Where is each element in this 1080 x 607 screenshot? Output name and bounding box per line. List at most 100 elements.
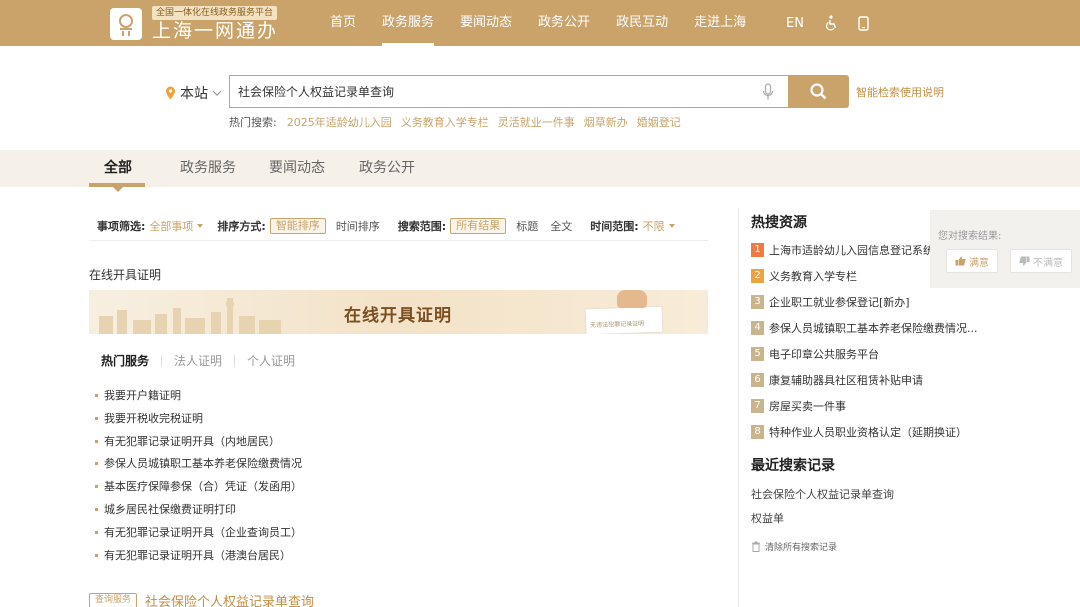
site-logo[interactable] <box>110 8 142 40</box>
service-item[interactable]: 我要开户籍证明 <box>95 388 302 411</box>
bullet <box>95 416 98 420</box>
hot-resource-item[interactable]: 7 房屋买卖一件事 <box>751 393 978 419</box>
clear-history-label: 清除所有搜索记录 <box>765 543 838 553</box>
scope-title-option[interactable]: 标题 <box>516 218 538 234</box>
hot-resource-item[interactable]: 4 参保人员城镇职工基本养老保险缴费情况... <box>751 315 978 341</box>
tab-separator <box>161 354 163 367</box>
tab-news[interactable]: 要闻动态 <box>269 150 325 187</box>
nav-news[interactable]: 要闻动态 <box>460 0 512 46</box>
mobile-icon[interactable] <box>858 15 869 31</box>
header-tools: EN <box>786 0 889 46</box>
sort-smart-option[interactable]: 智能排序 <box>269 218 326 234</box>
bullet <box>95 553 98 557</box>
certificate-banner[interactable]: 在线开具证明 无违法犯罪记录证明 <box>89 290 708 334</box>
rank-badge: 1 <box>751 243 764 257</box>
sub-tab-hot[interactable]: 热门服务 <box>101 352 149 369</box>
item-filter-dropdown[interactable]: 全部事项 <box>149 218 193 234</box>
hot-resource-label: 上海市适龄幼儿入园信息登记系统 <box>769 244 934 257</box>
service-item[interactable]: 基本医疗保障参保（合）凭证（发函用） <box>95 479 302 502</box>
service-item-label: 我要开税收完税证明 <box>104 411 203 425</box>
nav-home[interactable]: 首页 <box>330 0 356 46</box>
caret-down-icon <box>668 224 675 228</box>
satisfied-button[interactable]: 满意 <box>946 249 998 273</box>
category-tab-bar: 全部 政务服务 要闻动态 政务公开 <box>0 150 1080 187</box>
trash-icon <box>752 541 760 552</box>
hot-search-label: 热门搜索: <box>229 116 277 129</box>
hot-search-term[interactable]: 烟草新办 <box>584 114 628 130</box>
service-list: 我要开户籍证明 我要开税收完税证明 有无犯罪记录证明开具（内地居民） 参保人员城… <box>95 388 302 570</box>
service-item[interactable]: 有无犯罪记录证明开具（港澳台居民） <box>95 548 302 571</box>
tab-services[interactable]: 政务服务 <box>180 150 236 187</box>
bullet <box>95 507 98 511</box>
language-switch[interactable]: EN <box>786 16 804 31</box>
hot-resource-label: 参保人员城镇职工基本养老保险缴费情况... <box>769 322 978 335</box>
nav-about-shanghai[interactable]: 走进上海 <box>694 0 746 46</box>
search-result-item: 查询服务 社会保险个人权益记录单查询 <box>89 591 314 607</box>
accessibility-icon[interactable] <box>824 15 838 31</box>
microphone-icon[interactable] <box>762 83 774 101</box>
hot-resource-item[interactable]: 8 特种作业人员职业资格认定（延期换证） <box>751 419 978 445</box>
service-item[interactable]: 城乡居民社保缴费证明打印 <box>95 502 302 525</box>
hot-resource-label: 特种作业人员职业资格认定（延期换证） <box>769 426 967 439</box>
rank-badge: 5 <box>751 347 764 361</box>
service-item[interactable]: 有无犯罪记录证明开具（企业查询员工） <box>95 525 302 548</box>
scope-label: 搜索范围: <box>397 220 447 233</box>
rank-badge: 7 <box>751 399 764 413</box>
service-item-label: 有无犯罪记录证明开具（内地居民） <box>104 434 280 448</box>
logo-tagline: 全国一体化在线政务服务平台 <box>152 6 278 20</box>
satisfied-label: 满意 <box>969 257 989 269</box>
service-sub-tabs: 热门服务 法人证明 个人证明 <box>101 352 295 369</box>
hot-resource-label: 房屋买卖一件事 <box>769 400 846 413</box>
hot-search-term[interactable]: 义务教育入学专栏 <box>401 114 489 130</box>
location-pin-icon <box>166 86 175 100</box>
tab-all[interactable]: 全部 <box>104 150 132 187</box>
thumbs-up-icon <box>955 256 966 266</box>
nav-services[interactable]: 政务服务 <box>382 0 435 46</box>
time-range-dropdown[interactable]: 不限 <box>643 218 665 234</box>
city-skyline-image <box>99 298 281 334</box>
hot-resource-label: 义务教育入学专栏 <box>769 270 857 283</box>
bullet <box>95 439 98 443</box>
search-input[interactable] <box>230 76 740 107</box>
tab-public-affairs[interactable]: 政务公开 <box>359 150 415 187</box>
service-item[interactable]: 我要开税收完税证明 <box>95 411 302 434</box>
hot-resource-item[interactable]: 6 康复辅助器具社区租赁补贴申请 <box>751 367 978 393</box>
time-range-label: 时间范围: <box>590 220 639 233</box>
hot-search-term[interactable]: 婚姻登记 <box>637 114 681 130</box>
sub-tab-legal-person[interactable]: 法人证明 <box>174 352 222 369</box>
hot-resource-label: 电子印章公共服务平台 <box>769 348 879 361</box>
service-item[interactable]: 有无犯罪记录证明开具（内地居民） <box>95 434 302 457</box>
clear-history-button[interactable]: 清除所有搜索记录 <box>751 540 837 553</box>
item-filter-label: 事项筛选: <box>97 220 146 233</box>
hot-search-term[interactable]: 2025年适龄幼儿入园 <box>287 114 392 130</box>
nav-public-affairs[interactable]: 政务公开 <box>538 0 590 46</box>
location-selector[interactable]: 本站 <box>165 83 222 103</box>
service-item-label: 有无犯罪记录证明开具（企业查询员工） <box>104 525 302 539</box>
scope-fulltext-option[interactable]: 全文 <box>550 218 572 234</box>
service-item-label: 城乡居民社保缴费证明打印 <box>104 502 236 516</box>
tab-separator <box>234 354 236 367</box>
search-icon <box>810 83 827 100</box>
hot-resource-item[interactable]: 3 企业职工就业参保登记[新办] <box>751 289 978 315</box>
hot-resource-label: 康复辅助器具社区租赁补贴申请 <box>769 374 923 387</box>
result-type-badge: 查询服务 <box>89 593 138 607</box>
unsatisfied-button[interactable]: 不满意 <box>1010 249 1072 273</box>
main-nav: 首页 政务服务 要闻动态 政务公开 政民互动 走进上海 <box>330 0 772 46</box>
nav-interaction[interactable]: 政民互动 <box>616 0 668 46</box>
result-title-link[interactable]: 社会保险个人权益记录单查询 <box>145 591 314 607</box>
hot-resource-item[interactable]: 5 电子印章公共服务平台 <box>751 341 978 367</box>
service-item[interactable]: 参保人员城镇职工基本养老保险缴费情况 <box>95 456 302 479</box>
active-tab-caret <box>113 187 123 192</box>
hot-search-term[interactable]: 灵活就业一件事 <box>498 114 575 130</box>
hand-illustration <box>617 290 647 308</box>
top-header: 全国一体化在线政务服务平台 上海一网通办 首页 政务服务 要闻动态 政务公开 政… <box>0 0 1080 46</box>
sort-time-option[interactable]: 时间排序 <box>336 218 380 234</box>
bullet <box>95 394 98 397</box>
logo-emblem-icon <box>119 14 133 36</box>
scope-all-option[interactable]: 所有结果 <box>450 218 507 234</box>
search-help-link[interactable]: 智能检索使用说明 <box>856 84 944 100</box>
recent-search-item[interactable]: 权益单 <box>751 510 784 526</box>
search-button[interactable] <box>788 75 849 108</box>
recent-search-item[interactable]: 社会保险个人权益记录单查询 <box>751 486 894 502</box>
sub-tab-personal[interactable]: 个人证明 <box>247 352 295 369</box>
